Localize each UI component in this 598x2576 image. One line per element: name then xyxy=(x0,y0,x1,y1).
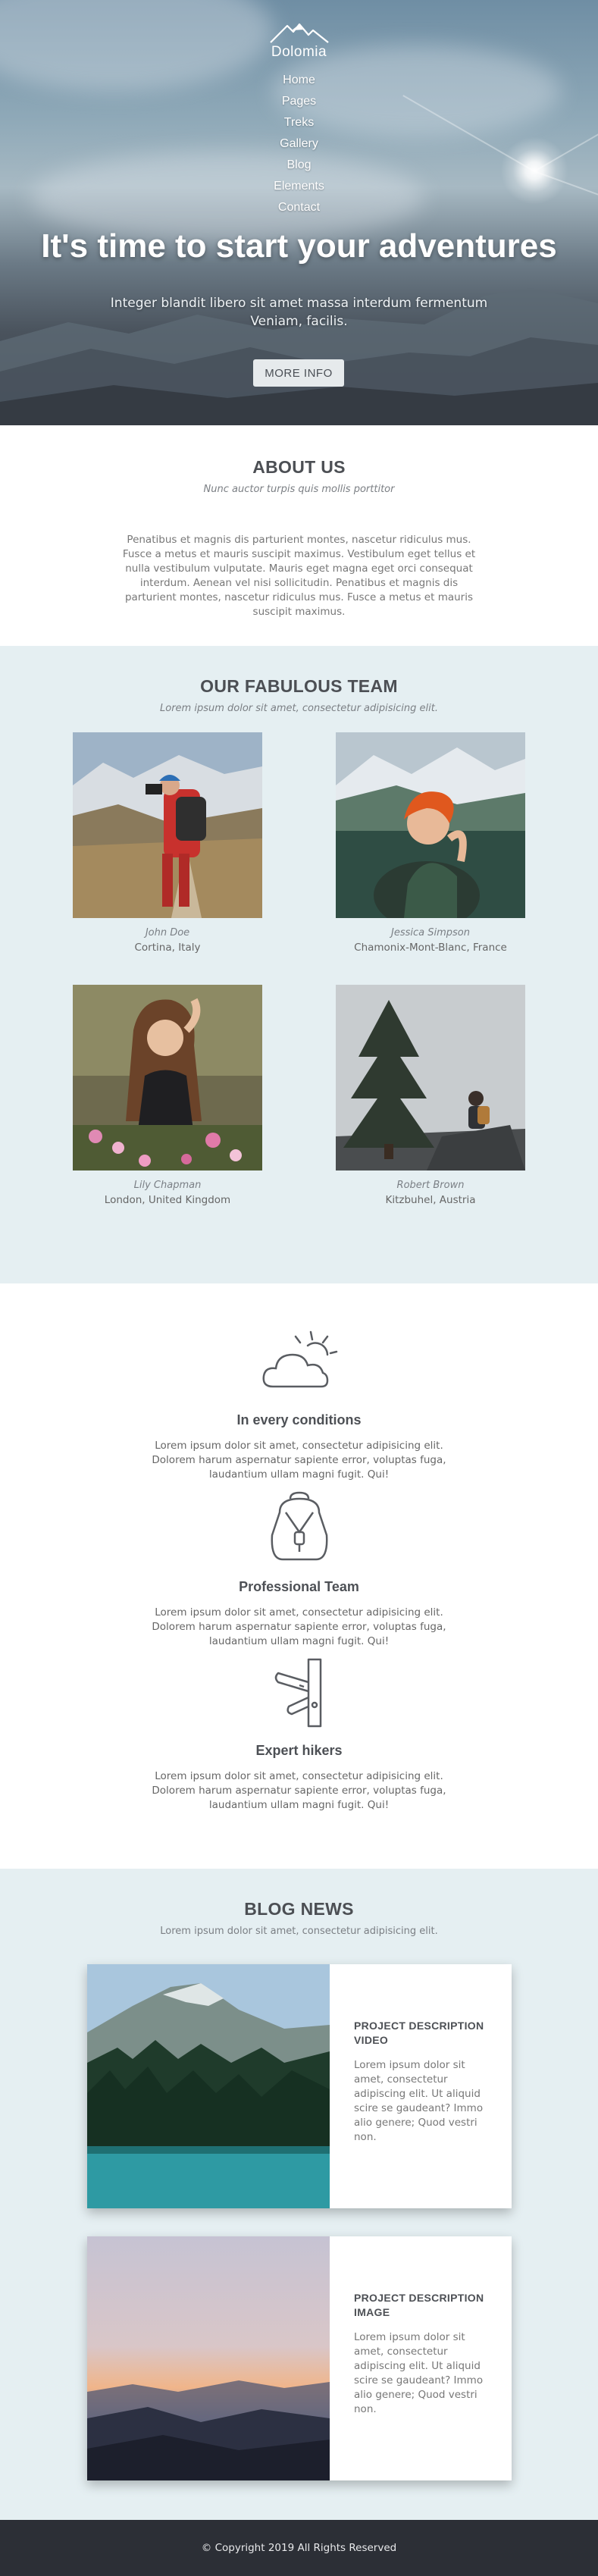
post-image xyxy=(87,2236,330,2480)
team-subtitle: Lorem ipsum dolor sit amet, consectetur … xyxy=(160,703,438,714)
post-text: Lorem ipsum dolor sit amet, consectetur … xyxy=(354,2331,484,2415)
woman-flowers-photo-illustration xyxy=(73,985,262,1170)
blog-post-card[interactable]: PROJECT DESCRIPTION IMAGE Lorem ipsum do… xyxy=(87,2236,512,2480)
nav-item-contact[interactable]: Contact xyxy=(0,197,598,218)
feature-text: Lorem ipsum dolor sit amet, consectetur … xyxy=(152,1440,446,1481)
feature-text: Lorem ipsum dolor sit amet, consectetur … xyxy=(152,1606,446,1647)
feature-title: Expert hikers xyxy=(255,1743,343,1758)
sunset-mountains-image xyxy=(87,2236,330,2480)
blog-posts: PROJECT DESCRIPTION VIDEO Lorem ipsum do… xyxy=(0,1937,598,2513)
member-name: Robert Brown xyxy=(396,1180,465,1191)
feature-title: Professional Team xyxy=(239,1579,359,1594)
mountain-logo-icon xyxy=(269,23,329,43)
nav-item-pages[interactable]: Pages xyxy=(0,91,598,112)
member-photo xyxy=(73,732,262,918)
about-section: ABOUT US Nunc auctor turpis quis mollis … xyxy=(0,425,598,646)
about-title: ABOUT US xyxy=(252,457,346,477)
feature-item: In every conditions Lorem ipsum dolor si… xyxy=(0,1326,598,1482)
feature-title: In every conditions xyxy=(236,1412,362,1427)
member-location: Chamonix-Mont-Blanc, France xyxy=(354,942,507,954)
team-member-card[interactable]: Robert Brown Kitzbuhel, Austria xyxy=(336,985,525,1206)
feature-item: Professional Team Lorem ipsum dolor sit … xyxy=(0,1490,598,1649)
team-section: OUR FABULOUS TEAM Lorem ipsum dolor sit … xyxy=(0,646,598,1283)
post-body: PROJECT DESCRIPTION IMAGE Lorem ipsum do… xyxy=(354,2291,498,2417)
member-location: Kitzbuhel, Austria xyxy=(385,1194,476,1206)
mountain-ridges xyxy=(0,288,598,425)
cloud-sun-icon xyxy=(262,1330,337,1388)
post-text: Lorem ipsum dolor sit amet, consectetur … xyxy=(354,2059,484,2143)
redhead-photo-illustration xyxy=(336,732,525,918)
blog-title: BLOG NEWS xyxy=(244,1899,354,1919)
member-photo xyxy=(336,732,525,918)
member-location: London, United Kingdom xyxy=(104,1194,231,1206)
team-title: OUR FABULOUS TEAM xyxy=(200,676,398,696)
team-member-card[interactable]: Lily Chapman London, United Kingdom xyxy=(73,985,262,1206)
main-nav: Home Pages Treks Gallery Blog Elements C… xyxy=(0,70,598,218)
logo-text: Dolomia xyxy=(271,44,327,60)
pine-tree-photo-illustration xyxy=(336,985,525,1170)
nav-item-gallery[interactable]: Gallery xyxy=(0,133,598,155)
post-body: PROJECT DESCRIPTION VIDEO Lorem ipsum do… xyxy=(354,2019,498,2145)
post-title[interactable]: PROJECT DESCRIPTION VIDEO xyxy=(354,2019,498,2048)
hero-subtitle: Integer blandit libero sit amet massa in… xyxy=(110,296,488,329)
blog-post-card[interactable]: PROJECT DESCRIPTION VIDEO Lorem ipsum do… xyxy=(87,1964,512,2208)
team-grid: John Doe Cortina, Italy Jessica Simpson xyxy=(0,732,598,1263)
hero-section: Dolomia Home Pages Treks Gallery Blog El… xyxy=(0,0,598,425)
about-text: Penatibus et magnis dis parturient monte… xyxy=(122,534,476,618)
hero-title: It's time to start your adventures xyxy=(41,227,557,265)
more-info-button[interactable]: MORE INFO xyxy=(253,359,344,387)
copyright-text: © Copyright 2019 All Rights Reserved xyxy=(201,2542,397,2554)
feature-item: Expert hikers Lorem ipsum dolor sit amet… xyxy=(0,1656,598,1813)
swiss-knife-icon xyxy=(274,1658,321,1728)
features-section: In every conditions Lorem ipsum dolor si… xyxy=(0,1283,598,1869)
team-member-card[interactable]: John Doe Cortina, Italy xyxy=(73,732,262,954)
blog-section: BLOG NEWS Lorem ipsum dolor sit amet, co… xyxy=(0,1869,598,2520)
site-footer: © Copyright 2019 All Rights Reserved xyxy=(0,2520,598,2576)
post-title[interactable]: PROJECT DESCRIPTION IMAGE xyxy=(354,2291,498,2320)
hiker-photo-illustration xyxy=(73,732,262,918)
backpack-icon xyxy=(271,1491,327,1561)
member-name: Jessica Simpson xyxy=(391,927,470,939)
post-image xyxy=(87,1964,330,2208)
about-subtitle: Nunc auctor turpis quis mollis porttitor xyxy=(203,484,395,495)
member-photo xyxy=(336,985,525,1170)
member-photo xyxy=(73,985,262,1170)
member-location: Cortina, Italy xyxy=(134,942,201,954)
member-name: John Doe xyxy=(145,927,190,939)
team-member-card[interactable]: Jessica Simpson Chamonix-Mont-Blanc, Fra… xyxy=(336,732,525,954)
nav-item-elements[interactable]: Elements xyxy=(0,176,598,197)
feature-text: Lorem ipsum dolor sit amet, consectetur … xyxy=(152,1770,446,1811)
site-logo[interactable]: Dolomia xyxy=(0,21,598,61)
nav-item-blog[interactable]: Blog xyxy=(0,155,598,176)
nav-item-home[interactable]: Home xyxy=(0,70,598,91)
member-name: Lily Chapman xyxy=(133,1180,202,1191)
nav-item-treks[interactable]: Treks xyxy=(0,112,598,133)
blog-subtitle: Lorem ipsum dolor sit amet, consectetur … xyxy=(160,1926,438,1937)
lake-forest-image xyxy=(87,1964,330,2208)
